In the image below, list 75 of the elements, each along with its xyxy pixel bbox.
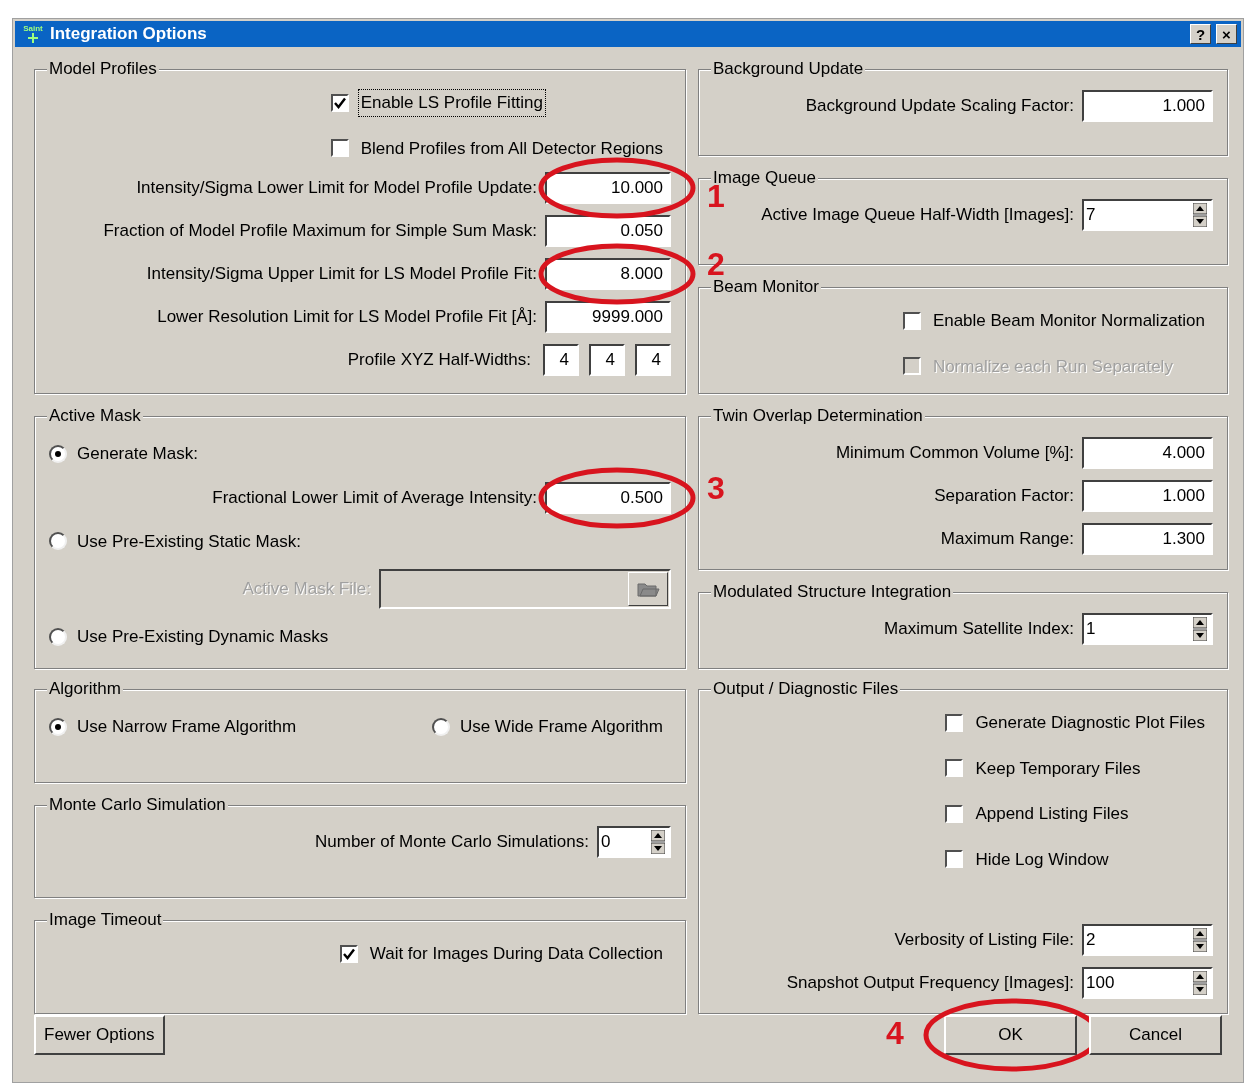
field-label: Fractional Lower Limit of Average Intensity: (212, 486, 537, 509)
input-field[interactable]: 1.300 (1082, 523, 1213, 555)
spin-arrows-icon (1193, 928, 1207, 952)
input-field[interactable]: 4 (543, 344, 579, 376)
radio-button[interactable] (49, 532, 67, 551)
spin-field[interactable]: 7 (1082, 199, 1213, 231)
field-label: Intensity/Sigma Upper Limit for LS Model Profile Fit: (146, 263, 537, 286)
input-field[interactable]: 1.000 (1082, 480, 1213, 512)
field-label: Intensity/Sigma Lower Limit for Model Profile Update: (136, 177, 537, 200)
field-label: Fraction of Model Profile Maximum for Simple Sum Mask: (103, 220, 537, 243)
radio-label[interactable]: Use Narrow Frame Algorithm (77, 714, 297, 740)
checkbox[interactable] (330, 93, 349, 112)
input-field[interactable]: 1.000 (1082, 90, 1213, 122)
title-bar-button[interactable]: ? (1190, 24, 1211, 44)
radio-label[interactable]: Use Wide Frame Algorithm (459, 714, 663, 740)
field-label: Profile XYZ Half-Widths: (347, 349, 531, 372)
radio-label[interactable]: Use Pre-Existing Static Mask: (77, 528, 301, 554)
checkbox-label[interactable]: Generate Diagnostic Plot Files (973, 710, 1207, 736)
radio-button[interactable] (49, 717, 67, 736)
fewer-options-button[interactable]: Fewer Options (34, 1015, 165, 1055)
field-label: Number of Monte Carlo Simulations: (315, 830, 589, 853)
checkbox-label[interactable]: Hide Log Window (973, 846, 1111, 872)
checkbox-label[interactable]: Enable Beam Monitor Normalization (930, 308, 1207, 334)
check-icon (342, 948, 355, 961)
checkbox[interactable] (945, 850, 964, 869)
checkbox[interactable] (902, 311, 921, 330)
callout-number: 4 (886, 1017, 904, 1049)
field-label: Verbosity of Listing File: (894, 929, 1074, 952)
checkbox[interactable] (945, 759, 964, 778)
field-label: Minimum Common Volume [%]: (835, 442, 1074, 465)
field-label: Snapshot Output Frequency [Images]: (786, 972, 1074, 995)
spin-arrows-icon (1193, 971, 1207, 995)
checkbox[interactable] (330, 139, 349, 158)
field-label: Background Update Scaling Factor: (805, 95, 1074, 118)
callout-number: 3 (707, 471, 725, 504)
field-label: Maximum Range: (940, 528, 1074, 551)
input-field[interactable]: 10.000 (545, 172, 671, 204)
app-icon: Saint (19, 25, 47, 43)
spin-field[interactable]: 0 (597, 825, 671, 858)
spin-arrows-icon (1193, 203, 1207, 227)
plus-icon (27, 33, 39, 43)
field-label: Maximum Satellite Index: (884, 618, 1074, 641)
spin-field[interactable]: 100 (1082, 967, 1213, 999)
checkbox-label[interactable]: Blend Profiles from All Detector Regions (358, 135, 665, 161)
checkbox-label[interactable]: Wait for Images During Data Collection (367, 941, 665, 967)
input-field[interactable]: 0.500 (545, 481, 671, 514)
checkbox-label[interactable]: Append Listing Files (973, 801, 1131, 827)
ok-button[interactable]: OK (944, 1015, 1077, 1055)
input-field[interactable]: 4 (635, 344, 671, 376)
field-label: Active Image Queue Half-Width [Images]: (761, 204, 1074, 227)
spin-field[interactable]: 1 (1082, 613, 1213, 645)
radio-label[interactable]: Use Pre-Existing Dynamic Masks (77, 624, 329, 650)
input-field[interactable]: 9999.000 (545, 301, 671, 333)
cancel-button[interactable]: Cancel (1089, 1015, 1222, 1055)
radio-label[interactable]: Generate Mask: (77, 441, 198, 467)
input-field[interactable]: 4 (589, 344, 625, 376)
field-label: Lower Resolution Limit for LS Model Profile Fit [Å]: (157, 306, 537, 329)
window-title: Integration Options (50, 23, 208, 46)
input-field[interactable]: 8.000 (545, 258, 671, 290)
checkbox[interactable] (339, 945, 358, 964)
spin-arrows-icon (651, 829, 665, 854)
checkbox-label[interactable]: Keep Temporary Files (973, 755, 1143, 781)
spin-arrows-icon (1193, 617, 1207, 641)
input-field[interactable]: 4.000 (1082, 437, 1213, 469)
title-bar-button[interactable]: × (1216, 24, 1237, 44)
input-field[interactable]: 0.050 (545, 215, 671, 247)
check-icon (333, 96, 346, 109)
radio-button[interactable] (49, 444, 67, 463)
checkbox[interactable] (945, 804, 964, 823)
spin-field[interactable]: 2 (1082, 924, 1213, 956)
radio-button[interactable] (49, 627, 67, 646)
field-label: Separation Factor: (934, 485, 1074, 508)
checkbox[interactable] (945, 713, 964, 732)
radio-button[interactable] (431, 717, 450, 736)
checkbox-label[interactable]: Enable LS Profile Fitting (358, 90, 546, 116)
